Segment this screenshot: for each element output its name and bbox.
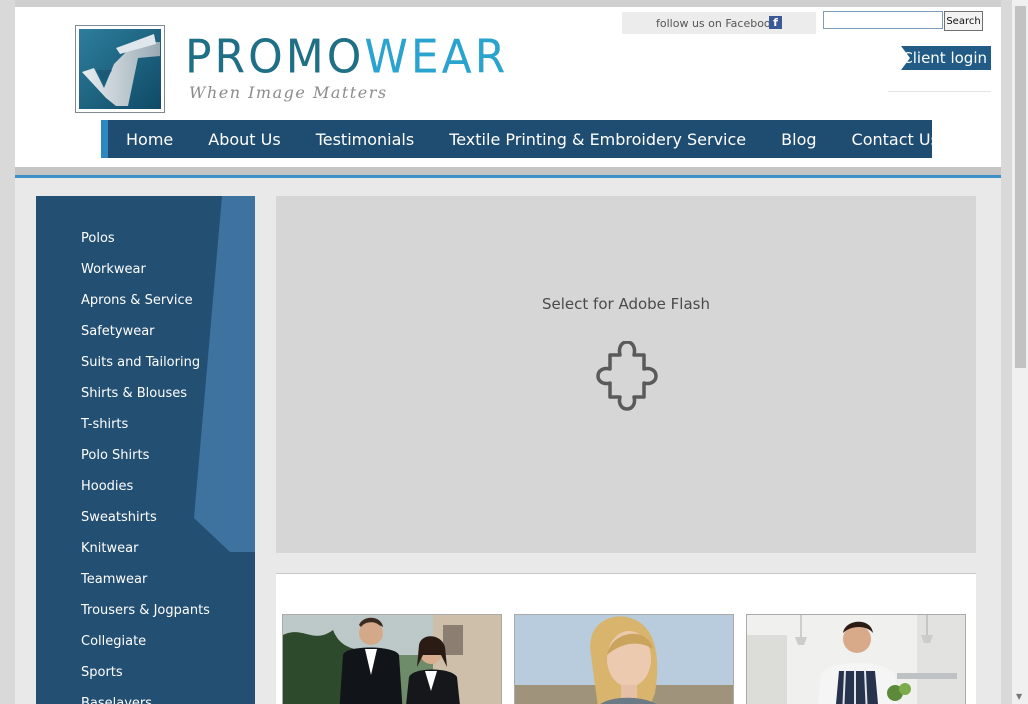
category-polo-shirts[interactable]: Polo Shirts bbox=[81, 446, 210, 477]
page: PROMOWEAR When Image Matters follow us o… bbox=[15, 0, 1001, 704]
category-t-shirts[interactable]: T-shirts bbox=[81, 415, 210, 446]
logo-wordmark[interactable]: PROMOWEAR When Image Matters bbox=[185, 30, 509, 102]
category-shirts-blouses[interactable]: Shirts & Blouses bbox=[81, 384, 210, 415]
category-sweatshirts[interactable]: Sweatshirts bbox=[81, 508, 210, 539]
brand-name: PROMOWEAR bbox=[185, 30, 509, 85]
category-teamwear[interactable]: Teamwear bbox=[81, 570, 210, 601]
flash-placeholder-text: Select for Adobe Flash bbox=[542, 295, 710, 313]
nav-textile-printing[interactable]: Textile Printing & Embroidery Service bbox=[449, 130, 746, 149]
category-suits-tailoring[interactable]: Suits and Tailoring bbox=[81, 353, 210, 384]
search-button[interactable]: Search bbox=[944, 11, 983, 31]
brand-tagline: When Image Matters bbox=[189, 83, 388, 102]
nav-about-us[interactable]: About Us bbox=[208, 130, 280, 149]
category-polos[interactable]: Polos bbox=[81, 229, 210, 260]
category-workwear[interactable]: Workwear bbox=[81, 260, 210, 291]
category-safetywear[interactable]: Safetywear bbox=[81, 322, 210, 353]
category-hoodies[interactable]: Hoodies bbox=[81, 477, 210, 508]
category-trousers-jogpants[interactable]: Trousers & Jogpants bbox=[81, 601, 210, 632]
featured-section bbox=[276, 573, 976, 704]
photo-suits[interactable] bbox=[282, 614, 502, 704]
category-list: Polos Workwear Aprons & Service Safetywe… bbox=[81, 229, 210, 704]
header: PROMOWEAR When Image Matters follow us o… bbox=[15, 7, 1001, 167]
category-sidebar: Polos Workwear Aprons & Service Safetywe… bbox=[36, 196, 255, 704]
photo-chef[interactable] bbox=[746, 614, 966, 704]
facebook-text: follow us on Facebook bbox=[656, 17, 778, 30]
main-nav: Home About Us Testimonials Textile Print… bbox=[101, 120, 939, 158]
facebook-icon[interactable]: f bbox=[769, 16, 782, 29]
header-divider bbox=[888, 91, 991, 92]
top-strip bbox=[15, 0, 1001, 7]
header-band bbox=[15, 167, 1001, 175]
photo-woman[interactable] bbox=[514, 614, 734, 704]
nav-home[interactable]: Home bbox=[126, 130, 173, 149]
search-input[interactable] bbox=[823, 11, 943, 29]
category-aprons-service[interactable]: Aprons & Service bbox=[81, 291, 210, 322]
scroll-down-arrow-icon[interactable]: ▼ bbox=[1016, 692, 1022, 701]
puzzle-plugin-icon bbox=[596, 341, 658, 411]
facebook-link[interactable]: follow us on Facebook f bbox=[622, 12, 816, 34]
category-sports[interactable]: Sports bbox=[81, 663, 210, 694]
client-login-label: Client login bbox=[902, 49, 987, 67]
nav-testimonials[interactable]: Testimonials bbox=[316, 130, 415, 149]
category-collegiate[interactable]: Collegiate bbox=[81, 632, 210, 663]
client-login-notch bbox=[901, 46, 910, 70]
flash-placeholder[interactable]: Select for Adobe Flash bbox=[276, 196, 976, 553]
category-knitwear[interactable]: Knitwear bbox=[81, 539, 210, 570]
client-login-button[interactable]: Client login bbox=[901, 46, 991, 70]
nav-blog[interactable]: Blog bbox=[781, 130, 816, 149]
header-accent-line bbox=[15, 175, 1001, 178]
nav-contact-us[interactable]: Contact Us bbox=[852, 130, 939, 149]
scrollbar-thumb[interactable] bbox=[1015, 6, 1026, 368]
promowear-logo-icon[interactable] bbox=[75, 25, 165, 113]
category-baselayers[interactable]: Baselayers bbox=[81, 694, 210, 704]
